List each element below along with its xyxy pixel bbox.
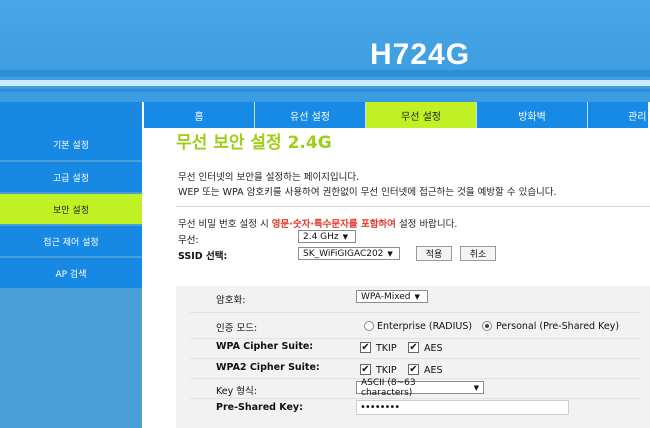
pre-shared-key-label: Pre-Shared Key: [216,402,303,413]
router-model-title: H724G [370,38,471,71]
ssid-value: SK_WiFiGIGAC202 [303,248,384,259]
wireless-band-label: 무선: [178,235,199,246]
encryption-value: WPA-Mixed [361,291,411,302]
sidebar-item-basic-settings[interactable]: 기본 설정 [0,128,142,160]
wpa2-cipher-label: WPA2 Cipher Suite: [216,362,320,373]
hint-emphasis: 영문·숫자·특수문자를 포함하여 [271,219,396,230]
tab-home[interactable]: 홈 [144,102,255,128]
tab-wired-settings[interactable]: 유선 설정 [255,102,366,128]
wpa2-aes-label: AES [424,365,443,376]
hint-prefix: 무선 비밀 번호 설정 시 [178,219,272,230]
sidebar-header [0,102,142,128]
wpa2-aes-checkbox[interactable]: ✔ [408,364,419,375]
auth-enterprise-radio[interactable] [364,321,374,331]
row-divider [190,338,640,339]
description-line: 무선 인터넷의 보안을 설정하는 페이지입니다. [178,172,360,183]
row-divider [190,398,640,399]
key-format-value: ASCII (8~63 characters) [361,377,416,398]
pre-shared-key-input[interactable]: •••••••• [356,400,569,415]
key-format-label: Key 형식: [216,386,257,397]
chevron-down-icon: ▼ [387,249,393,258]
tab-management[interactable]: 관리 [588,102,648,128]
hint-suffix: 설정 바랍니다. [395,219,458,230]
sidebar-item-security-settings[interactable]: 보안 설정 [0,194,142,224]
wpa-aes-label: AES [424,343,443,354]
apply-button[interactable]: 적용 [416,246,452,261]
wpa-cipher-label: WPA Cipher Suite: [216,341,314,352]
encryption-label: 암호화: [216,295,246,306]
description-line: WEP 또는 WPA 암호키를 사용하여 권한없이 무선 인터넷에 접근하는 것… [178,187,557,198]
header-stripe [0,80,650,86]
wpa2-tkip-label: TKIP [376,365,397,376]
sidebar-item-ap-scan[interactable]: AP 검색 [0,258,142,288]
header-stripe [0,70,650,77]
key-format-select[interactable]: ASCII (8~63 characters) ▼ [356,378,484,398]
wireless-band-select[interactable]: 2.4 GHz ▼ [298,230,356,243]
auth-personal-label: Personal (Pre-Shared Key) [496,321,620,332]
header-banner: H724G [0,0,650,102]
wpa2-tkip-checkbox[interactable]: ✔ [360,364,371,375]
cancel-button[interactable]: 취소 [460,246,496,261]
password-hint: 무선 비밀 번호 설정 시 영문·숫자·특수문자를 포함하여 설정 바랍니다. [178,216,457,230]
auth-mode-label: 인증 모드: [216,323,258,334]
chevron-down-icon: ▼ [414,292,420,301]
sidebar-item-advanced-settings[interactable]: 고급 설정 [0,162,142,192]
divider [176,206,650,207]
row-divider [190,358,640,359]
page-description: 무선 인터넷의 보안을 설정하는 페이지입니다. WEP 또는 WPA 암호키를… [178,170,557,200]
sidebar-item-access-control[interactable]: 접근 제어 설정 [0,226,142,256]
wpa-tkip-label: TKIP [376,343,397,354]
ssid-select[interactable]: SK_WiFiGIGAC202 ▼ [298,247,400,260]
row-divider [190,312,640,313]
encryption-select[interactable]: WPA-Mixed ▼ [356,290,428,303]
wpa-tkip-checkbox[interactable]: ✔ [360,342,371,353]
header-stripe [0,89,650,92]
tab-firewall[interactable]: 방화벽 [477,102,588,128]
chevron-down-icon: ▼ [342,232,349,241]
main-content: 무선 보안 설정 2.4G 무선 인터넷의 보안을 설정하는 페이지입니다. W… [144,128,650,428]
top-navigation: 홈 유선 설정 무선 설정 방화벽 관리 [144,102,650,128]
page-title: 무선 보안 설정 2.4G [176,133,332,153]
auth-personal-radio[interactable] [482,321,492,331]
wpa-aes-checkbox[interactable]: ✔ [408,342,419,353]
sidebar: 기본 설정 고급 설정 보안 설정 접근 제어 설정 AP 검색 [0,102,142,428]
ssid-select-label: SSID 선택: [178,251,228,262]
chevron-down-icon: ▼ [473,383,479,392]
wireless-band-value: 2.4 GHz [303,231,339,242]
auth-enterprise-label: Enterprise (RADIUS) [377,321,473,332]
tab-wireless-settings[interactable]: 무선 설정 [366,102,477,128]
